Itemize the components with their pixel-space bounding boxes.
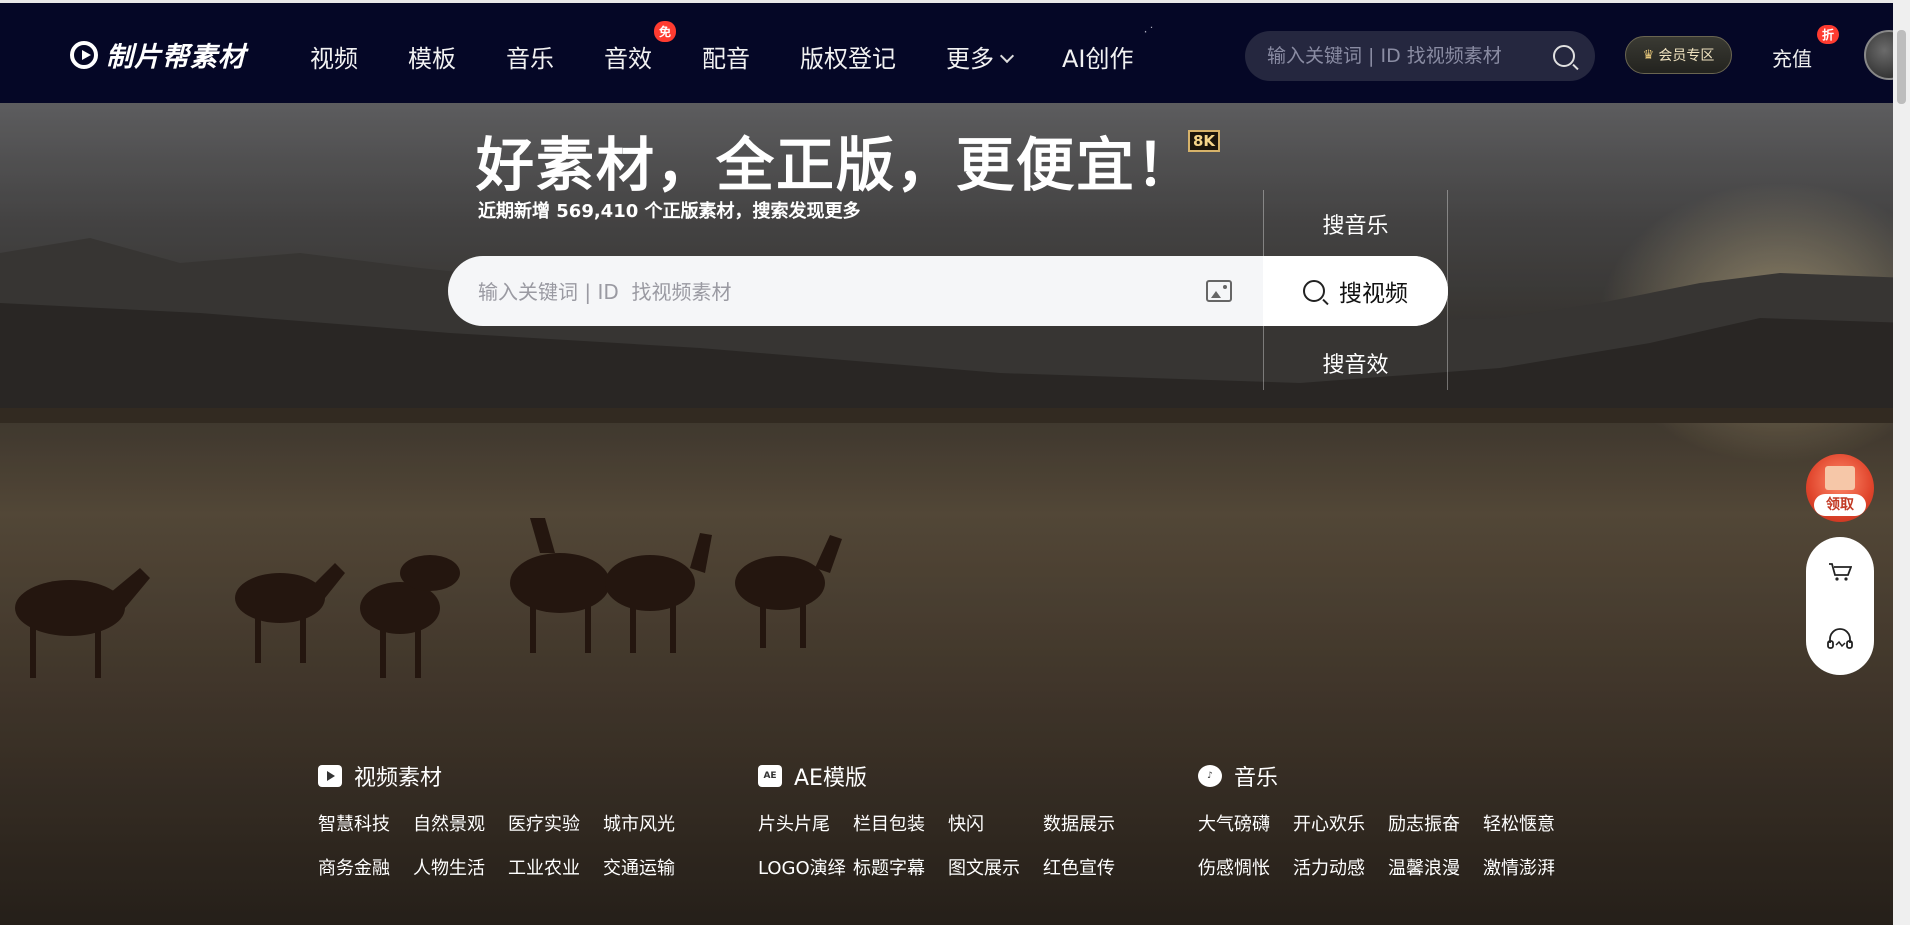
gift-label: 领取 (1814, 494, 1866, 516)
main-nav: 视频 模板 音乐 音效 免 配音 版权登记 更多 AI创作 ·˙ (310, 21, 1184, 74)
category-link[interactable]: 图文展示 (948, 854, 1043, 880)
category-link[interactable]: 自然景观 (413, 810, 508, 836)
category-link[interactable]: 标题字幕 (853, 854, 948, 880)
top-navigation-bar: 制片帮素材 视频 模板 音乐 音效 免 配音 版权登记 更多 AI创作 ·˙ ♛… (0, 0, 1910, 103)
category-link[interactable]: 大气磅礴 (1198, 810, 1293, 836)
video-icon (318, 765, 342, 787)
discount-badge: 折 (1817, 25, 1840, 44)
category-link[interactable]: 栏目包装 (853, 810, 948, 836)
nav-item-music[interactable]: 音乐 (506, 39, 554, 74)
sparkle-icon: ·˙ (1143, 25, 1156, 39)
headset-icon[interactable] (1827, 627, 1853, 651)
site-logo[interactable]: 制片帮素材 (70, 35, 246, 74)
category-title[interactable]: ♪ 音乐 (1198, 760, 1578, 792)
nav-item-ai-create[interactable]: AI创作 ·˙ (1062, 25, 1155, 74)
category-title[interactable]: 视频素材 (318, 760, 698, 792)
category-ae-templates: AE AE模版 片头片尾 栏目包装 快闪 数据展示 LOGO演绎 标题字幕 图文… (758, 760, 1138, 880)
category-link[interactable]: 快闪 (948, 810, 1043, 836)
category-music: ♪ 音乐 大气磅礴 开心欢乐 励志振奋 轻松惬意 伤感惆怅 活力动感 温馨浪漫 … (1198, 760, 1578, 880)
category-link[interactable]: 人物生活 (413, 854, 508, 880)
search-icon[interactable] (1553, 45, 1575, 67)
logo-play-icon (70, 40, 98, 69)
page-scrollbar[interactable] (1893, 0, 1910, 925)
category-link[interactable]: 数据展示 (1043, 810, 1138, 836)
scrollbar-thumb[interactable] (1897, 30, 1906, 104)
nav-item-copyright[interactable]: 版权登记 (800, 39, 896, 74)
ae-icon: AE (758, 765, 782, 787)
chevron-down-icon (999, 48, 1015, 64)
category-link[interactable]: 智慧科技 (318, 810, 413, 836)
nav-item-sound-effects[interactable]: 音效 免 (604, 21, 676, 74)
header-search-bar (1245, 31, 1595, 81)
music-note-icon: ♪ (1198, 765, 1222, 787)
category-link[interactable]: 活力动感 (1293, 854, 1388, 880)
category-video: 视频素材 智慧科技 自然景观 医疗实验 城市风光 商务金融 人物生活 工业农业 … (318, 760, 698, 880)
category-link[interactable]: 医疗实验 (508, 810, 603, 836)
category-link[interactable]: 温馨浪漫 (1388, 854, 1483, 880)
cart-icon[interactable] (1828, 563, 1852, 581)
category-title[interactable]: AE AE模版 (758, 760, 1138, 792)
image-search-icon[interactable] (1206, 280, 1232, 302)
gift-claim-button[interactable]: 领取 (1806, 454, 1874, 522)
category-link[interactable]: 伤感惆怅 (1198, 854, 1293, 880)
category-link[interactable]: 励志振奋 (1388, 810, 1483, 836)
gift-icon (1825, 466, 1855, 490)
search-sfx-option[interactable]: 搜音效 (1263, 347, 1448, 379)
category-link[interactable]: 工业农业 (508, 854, 603, 880)
hero-search-bar: 搜视频 (448, 256, 1448, 326)
search-video-button[interactable]: 搜视频 (1263, 256, 1448, 326)
nav-item-video[interactable]: 视频 (310, 39, 358, 74)
logo-text: 制片帮素材 (106, 42, 246, 73)
hero-subline: 近期新增 569,410 个正版素材，搜索发现更多 (478, 201, 861, 222)
category-link[interactable]: 片头片尾 (758, 810, 853, 836)
nav-item-more[interactable]: 更多 (946, 39, 1015, 74)
crown-icon: ♛ (1642, 47, 1655, 63)
category-link[interactable]: 红色宣传 (1043, 854, 1138, 880)
free-badge: 免 (653, 21, 676, 42)
category-link[interactable]: 开心欢乐 (1293, 810, 1388, 836)
hero-search-input[interactable] (476, 256, 1210, 326)
category-link[interactable]: LOGO演绎 (758, 854, 853, 880)
header-search-input[interactable] (1265, 44, 1553, 68)
recharge-link[interactable]: 充值 (1772, 43, 1812, 72)
category-link[interactable]: 交通运输 (603, 854, 698, 880)
nav-item-voiceover[interactable]: 配音 (702, 39, 750, 74)
vip-zone-button[interactable]: ♛ 会员专区 (1625, 36, 1732, 74)
category-link[interactable]: 商务金融 (318, 854, 413, 880)
category-link[interactable]: 轻松惬意 (1483, 810, 1578, 836)
8k-badge: 8K (1188, 130, 1221, 152)
side-tool-panel (1806, 537, 1874, 675)
category-link[interactable]: 激情澎湃 (1483, 854, 1578, 880)
category-link[interactable]: 城市风光 (603, 810, 698, 836)
search-icon (1303, 280, 1325, 302)
hero-headline: 好素材，全正版，更便宜！ (476, 131, 1197, 199)
search-music-option[interactable]: 搜音乐 (1263, 208, 1448, 240)
nav-item-template[interactable]: 模板 (408, 39, 456, 74)
